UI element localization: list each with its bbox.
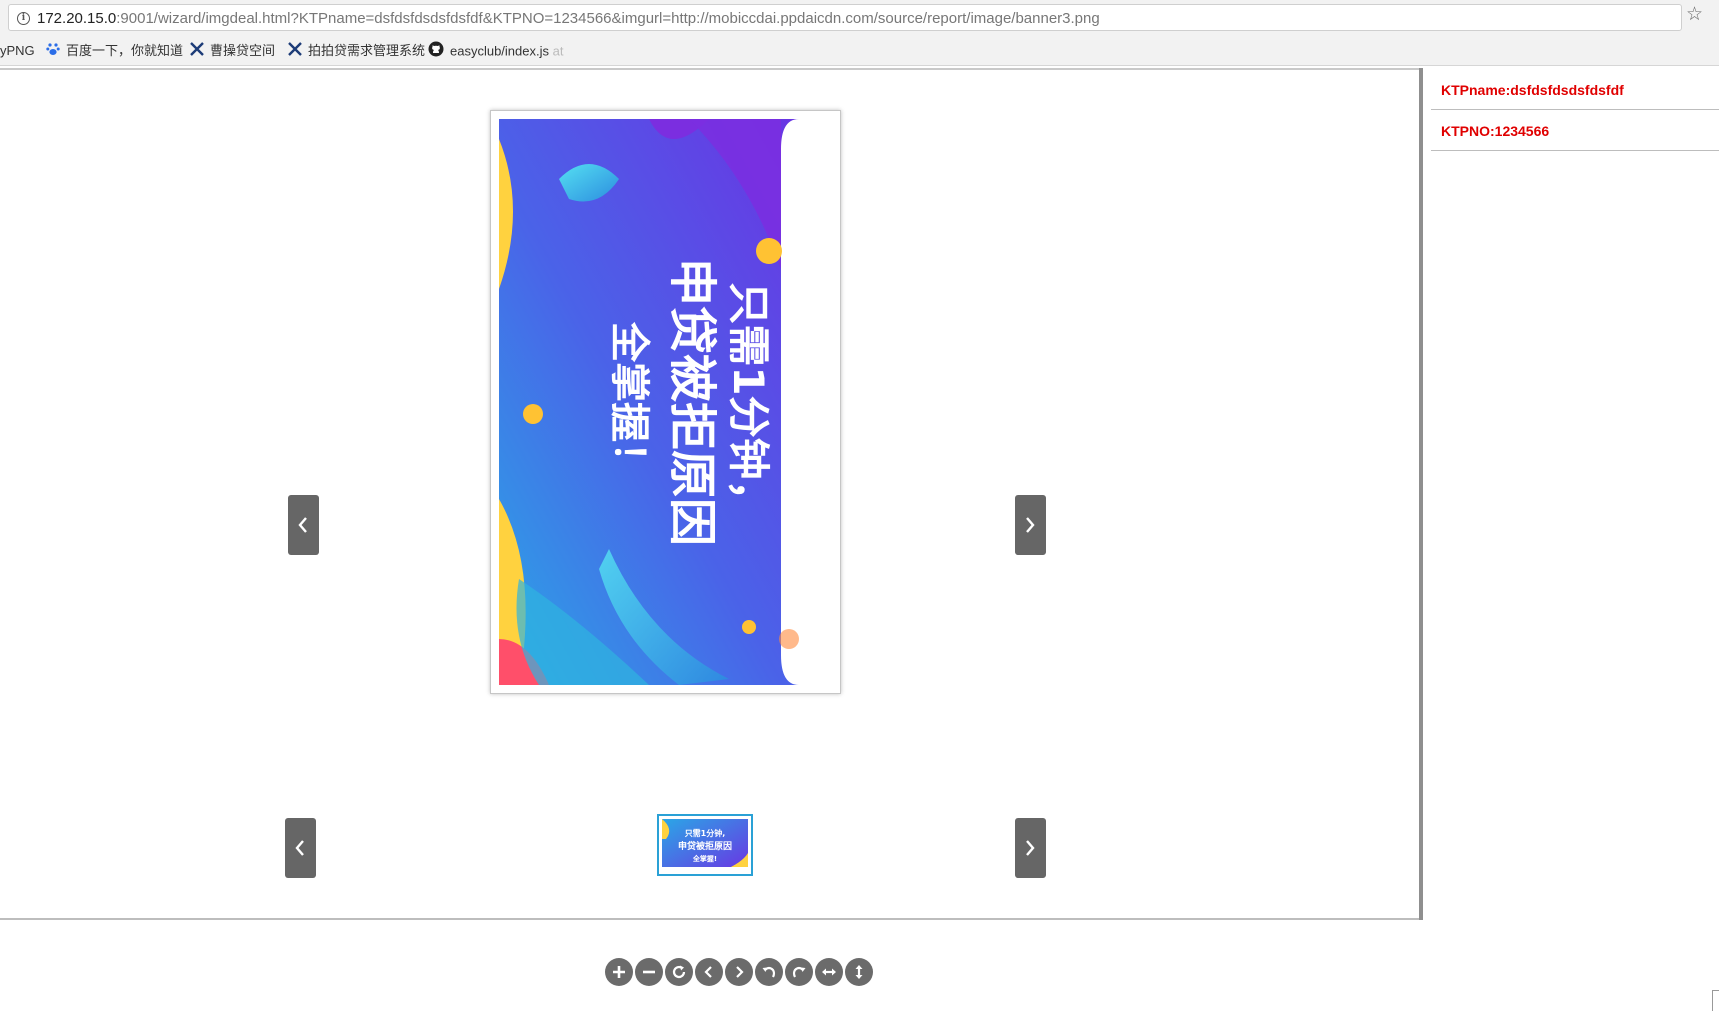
bookmark-ppdai-requirements[interactable]: 拍拍贷需求管理系统 [288, 41, 425, 61]
zoom-in-icon [613, 966, 625, 978]
url-host: 172.20.15.0 [37, 10, 117, 27]
next-image-button[interactable] [1015, 495, 1046, 555]
banner-line-2: 申贷被拒原因 [664, 258, 720, 546]
info-panel: KTPname:dsfdsfdsdsfdsfdf KTPNO:1234566 [1423, 70, 1719, 918]
rotate-right-icon [792, 966, 806, 978]
thumb-next-button[interactable] [1015, 818, 1046, 878]
thumb-line-2: 申贷被拒原因 [678, 840, 732, 852]
chevron-right-icon [1026, 517, 1035, 533]
chevron-right-icon [1026, 840, 1035, 856]
bookmark-label: yPNG [0, 43, 35, 58]
thumb-line-3: 全掌握! [692, 854, 717, 863]
banner-image[interactable]: 只需1分钟， 申贷被拒原因 全掌握！ [499, 119, 810, 685]
chevron-left-icon [295, 840, 304, 856]
flip-vertical-icon [855, 965, 863, 979]
zoom-out-icon [643, 970, 655, 974]
info-icon[interactable]: i [17, 12, 30, 25]
thumbnail-banner3[interactable]: 只需1分钟, 申贷被拒原因 全掌握! [657, 814, 753, 876]
reset-icon [672, 965, 686, 979]
bookmark-label: 百度一下，你就知道 [66, 43, 184, 58]
atlassian-x-icon [288, 41, 302, 62]
rotate-right-button[interactable] [785, 958, 813, 986]
reset-button[interactable] [665, 958, 693, 986]
baidu-paw-icon [46, 42, 60, 62]
bookmark-label: 曹操贷空间 [210, 43, 276, 58]
bookmark-label-faded: at [552, 43, 564, 59]
bookmark-label: easyclub/index.js [450, 43, 549, 59]
banner-line-3: 全掌握！ [606, 321, 652, 482]
atlassian-x-icon [190, 41, 204, 62]
viewer-bottom-divider [0, 918, 1421, 920]
flip-horizontal-icon [822, 968, 836, 976]
url-text[interactable]: 172.20.15.0:9001/wizard/imgdeal.html?KTP… [37, 10, 1100, 27]
thumb-line-1: 只需1分钟, [685, 828, 726, 838]
window-resize-handle[interactable] [1712, 990, 1719, 1011]
bookmark-caocao[interactable]: 曹操贷空间 [190, 41, 275, 61]
thumbnail-image: 只需1分钟, 申贷被拒原因 全掌握! [662, 819, 748, 871]
flip-vertical-button[interactable] [845, 958, 873, 986]
prev-button[interactable] [695, 958, 723, 986]
url-field[interactable]: i 172.20.15.0:9001/wizard/imgdeal.html?K… [8, 4, 1682, 31]
banner-line-1: 只需1分钟， [724, 282, 773, 521]
bookmark-easyclub[interactable]: easyclub/index.js at [428, 41, 563, 61]
zoom-out-button[interactable] [635, 958, 663, 986]
bookmark-ypng[interactable]: yPNG [0, 41, 35, 61]
zoom-in-button[interactable] [605, 958, 633, 986]
ktp-no-field: KTPNO:1234566 [1431, 111, 1719, 151]
main-image-frame[interactable]: 只需1分钟， 申贷被拒原因 全掌握！ [490, 110, 841, 694]
prev-image-button[interactable] [288, 495, 319, 555]
thumb-prev-button[interactable] [285, 818, 316, 878]
browser-address-bar: i 172.20.15.0:9001/wizard/imgdeal.html?K… [0, 0, 1719, 36]
flip-horizontal-button[interactable] [815, 958, 843, 986]
chevron-left-icon [298, 517, 307, 533]
prev-icon [704, 966, 712, 978]
ktp-name-field: KTPname:dsfdsfdsdsfdsfdf [1431, 70, 1719, 110]
rotate-left-button[interactable] [755, 958, 783, 986]
bookmark-star-icon[interactable]: ☆ [1686, 5, 1703, 25]
rotate-left-icon [762, 966, 776, 978]
url-path: :9001/wizard/imgdeal.html?KTPname=dsfdsf… [116, 10, 1100, 27]
github-icon [428, 41, 444, 63]
next-button[interactable] [725, 958, 753, 986]
bookmarks-bar: yPNG 百度一下，你就知道 曹操贷空间 拍拍贷需求管理系统 easyclub/… [0, 36, 1719, 66]
bookmark-label: 拍拍贷需求管理系统 [308, 43, 426, 58]
bookmark-baidu[interactable]: 百度一下，你就知道 [46, 41, 183, 61]
next-icon [736, 966, 744, 978]
